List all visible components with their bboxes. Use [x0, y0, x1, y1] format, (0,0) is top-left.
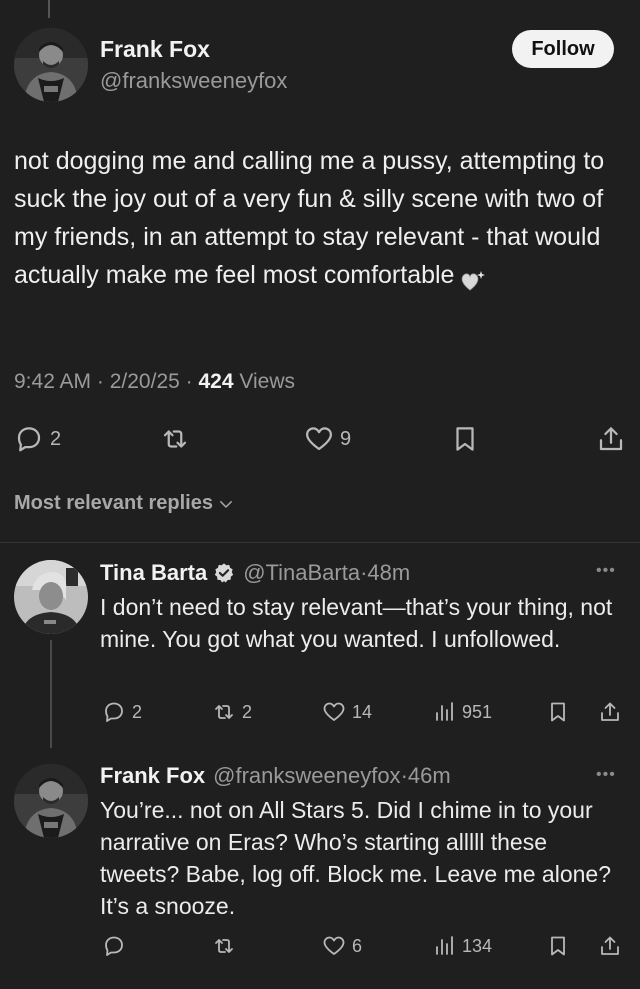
views-button[interactable]: 134 [432, 934, 492, 958]
share-icon [601, 702, 619, 721]
tweet-date: 2/20/25 [109, 370, 180, 393]
reply-author-name[interactable]: Frank Fox [100, 763, 205, 789]
sort-label: Most relevant replies [14, 492, 213, 514]
more-options-icon[interactable]: ••• [596, 766, 616, 784]
repost-icon [163, 430, 187, 448]
tweet-text: not dogging me and calling me a pussy, a… [14, 142, 626, 294]
share-icon [599, 427, 623, 451]
views-count: 424 [198, 370, 234, 393]
reply-icon [17, 427, 41, 452]
bookmark-icon [551, 936, 565, 956]
reply-author-name[interactable]: Tina Barta [100, 560, 207, 586]
reply-button[interactable] [102, 934, 126, 958]
reply-avatar-frank[interactable] [14, 764, 88, 838]
heart-icon [306, 427, 332, 451]
chevron-down-icon [219, 500, 232, 508]
share-icon [601, 936, 619, 955]
reply-author-handle[interactable]: @franksweeneyfox [213, 763, 400, 789]
bookmark-button[interactable] [546, 934, 570, 958]
more-options-icon[interactable]: ••• [596, 562, 616, 580]
views-button[interactable]: 951 [432, 700, 492, 724]
like-count: 6 [352, 935, 363, 956]
author-name[interactable]: Frank Fox [100, 36, 210, 63]
repost-count: 2 [242, 701, 253, 722]
views-label: Views [239, 370, 296, 393]
sort-replies-dropdown[interactable]: Most relevant replies [14, 492, 235, 515]
white-heart-sparkle-icon [460, 265, 486, 291]
share-button[interactable] [598, 934, 622, 958]
like-button[interactable]: 6 [322, 934, 362, 958]
analytics-icon [436, 702, 453, 721]
reply-time: 48m [367, 560, 411, 585]
repost-button[interactable] [160, 424, 190, 454]
reply-button[interactable]: 2 [14, 424, 61, 454]
reply-time: 46m [407, 763, 451, 788]
reply-text: I don’t need to stay relevant—that’s you… [100, 594, 613, 652]
like-count: 14 [352, 701, 373, 722]
reply-header: Tina Barta @TinaBarta · 48m [100, 560, 411, 586]
divider [0, 542, 640, 543]
like-button[interactable]: 14 [322, 700, 372, 724]
repost-button[interactable] [212, 934, 236, 958]
bookmark-button[interactable] [450, 424, 480, 454]
share-button[interactable] [596, 424, 626, 454]
views-count: 951 [462, 701, 493, 722]
follow-button[interactable]: Follow [512, 30, 614, 68]
bookmark-icon [456, 427, 474, 451]
reply-avatar-tina[interactable] [14, 560, 88, 634]
reply-author-handle[interactable]: @TinaBarta [243, 560, 360, 586]
repost-button[interactable]: 2 [212, 700, 252, 724]
bookmark-button[interactable] [546, 700, 570, 724]
views-count: 134 [462, 935, 493, 956]
thread-line-top [48, 0, 50, 18]
analytics-icon [436, 936, 453, 955]
like-count: 9 [340, 427, 352, 450]
reply-icon [105, 702, 123, 722]
tweet-time: 9:42 AM [14, 370, 92, 393]
author-avatar[interactable] [14, 28, 88, 102]
reply-button[interactable]: 2 [102, 700, 142, 724]
share-button[interactable] [598, 700, 622, 724]
author-handle[interactable]: @franksweeneyfox [100, 68, 287, 94]
thread-line [50, 640, 52, 748]
reply-text: You’re... not on All Stars 5. Did I chim… [100, 797, 611, 919]
heart-icon [323, 936, 345, 955]
reply-count: 2 [50, 427, 62, 450]
repost-icon [215, 705, 233, 719]
tweet-meta: 9:42 AM · 2/20/25 · 424 Views [14, 370, 296, 393]
reply-header: Frank Fox @franksweeneyfox · 46m [100, 763, 451, 789]
like-button[interactable]: 9 [304, 424, 351, 454]
repost-icon [215, 939, 233, 953]
reply-icon [105, 936, 123, 956]
reply-count: 2 [132, 701, 143, 722]
heart-icon [323, 702, 345, 721]
verified-badge-icon [215, 563, 234, 583]
bookmark-icon [551, 702, 565, 722]
tweet-body: not dogging me and calling me a pussy, a… [14, 147, 605, 289]
